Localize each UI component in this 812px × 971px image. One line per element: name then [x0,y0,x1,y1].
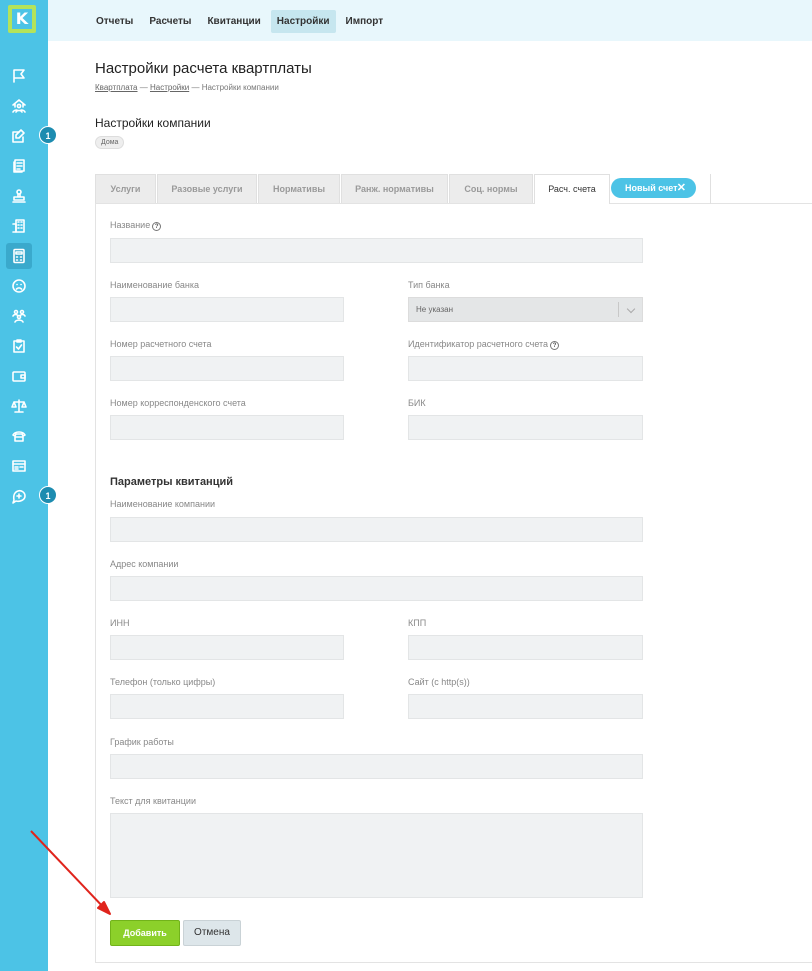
kpp-input[interactable] [408,635,643,660]
chat-add-icon[interactable] [6,483,32,509]
corr-account-input[interactable] [110,415,344,440]
site-label: Сайт (с http(s)) [408,677,470,687]
phone-label: Телефон (только цифры) [110,677,216,687]
receipt-text-label: Текст для квитанции [110,796,196,806]
building-icon[interactable] [6,213,32,239]
phone-icon[interactable] [6,423,32,449]
company-address-label: Адрес компании [110,559,179,569]
receipt-params-heading: Параметры квитанций [110,476,233,488]
clipboard-check-icon[interactable] [6,333,32,359]
top-nav: Отчеты Расчеты Квитанции Настройки Импор… [90,10,389,33]
logo-letter: K [15,9,29,28]
tab-social-norms[interactable]: Соц. нормы [449,174,533,203]
tab-norms[interactable]: Нормативы [258,174,340,203]
bank-type-label: Тип банка [408,280,450,290]
notification-badge: 1 [39,486,57,504]
bik-label: БИК [408,398,426,408]
chevron-down-icon [626,304,636,314]
flag-icon[interactable] [6,63,32,89]
account-number-input[interactable] [110,356,344,381]
receipt-text-textarea[interactable] [110,813,643,898]
bik-input[interactable] [408,415,643,440]
edit-note-icon[interactable] [6,123,32,149]
tab-ranked-norms[interactable]: Ранж. нормативы [341,174,448,203]
nav-item-calculations[interactable]: Расчеты [143,10,197,33]
breadcrumb-separator: — [139,83,150,92]
help-icon[interactable]: ? [152,222,162,231]
tab-bank-accounts[interactable]: Расч. счета [534,174,610,204]
company-name-input[interactable] [110,517,643,542]
annotation-arrow-icon [30,830,111,915]
corr-account-label: Номер корреспонденского счета [110,398,246,408]
cancel-button[interactable]: Отмена [183,920,241,946]
account-id-label: Идентификатор расчетного счета? [408,339,560,350]
bank-type-value: Не указан [416,305,454,314]
scales-icon[interactable] [6,393,32,419]
select-separator [618,302,619,317]
name-label: Название? [110,220,162,231]
tab-new-account[interactable]: Новый счет ✕ [611,178,696,198]
add-button[interactable]: Добавить [110,920,180,946]
house-people-icon[interactable] [6,93,32,119]
sidebar: K 1 1 [0,0,57,971]
nav-item-import[interactable]: Импорт [340,10,390,33]
phone-input[interactable] [110,694,344,719]
nav-item-reports[interactable]: Отчеты [90,10,139,33]
bank-name-input[interactable] [110,297,344,322]
account-id-input[interactable] [408,356,643,381]
breadcrumb-link-kvartplata[interactable]: Квартплата [95,83,138,92]
kpp-label: КПП [408,618,427,628]
company-address-input[interactable] [110,576,643,601]
inn-label: ИНН [110,618,130,628]
card-icon[interactable] [6,453,32,479]
wallet-icon[interactable] [6,363,32,389]
breadcrumb: Квартплата — Настройки — Настройки компа… [95,83,279,92]
sad-face-icon[interactable] [6,273,32,299]
notification-badge: 1 [39,126,57,144]
breadcrumb-link-settings[interactable]: Настройки [150,83,189,92]
account-number-label: Номер расчетного счета [110,339,212,349]
logo[interactable]: K [8,5,36,33]
site-input[interactable] [408,694,643,719]
stamp-icon[interactable] [6,183,32,209]
breadcrumb-separator: — [191,83,202,92]
bank-name-label: Наименование банка [110,280,199,290]
help-icon[interactable]: ? [550,341,560,350]
documents-icon[interactable] [6,153,32,179]
close-icon[interactable]: ✕ [677,178,686,198]
breadcrumb-current: Настройки компании [201,83,279,92]
houses-chip[interactable]: Дома [95,136,125,149]
tab-edge [710,174,711,204]
nav-item-settings[interactable]: Настройки [270,10,336,33]
tab-services[interactable]: Услуги [95,174,156,203]
company-name-label: Наименование компании [110,499,216,509]
bank-type-select[interactable]: Не указан [408,297,643,322]
new-account-label: Новый счет [625,183,678,193]
calculator-icon[interactable] [6,243,32,269]
nav-item-receipts[interactable]: Квитанции [201,10,266,33]
group-icon[interactable] [6,303,32,329]
top-bar: Отчеты Расчеты Квитанции Настройки Импор… [48,0,812,41]
name-input[interactable] [110,238,643,263]
schedule-label: График работы [110,737,174,747]
tab-one-time-services[interactable]: Разовые услуги [157,174,257,203]
section-title: Настройки компании [95,116,211,130]
schedule-input[interactable] [110,754,643,779]
inn-input[interactable] [110,635,344,660]
page-title: Настройки расчета квартплаты [95,60,312,77]
